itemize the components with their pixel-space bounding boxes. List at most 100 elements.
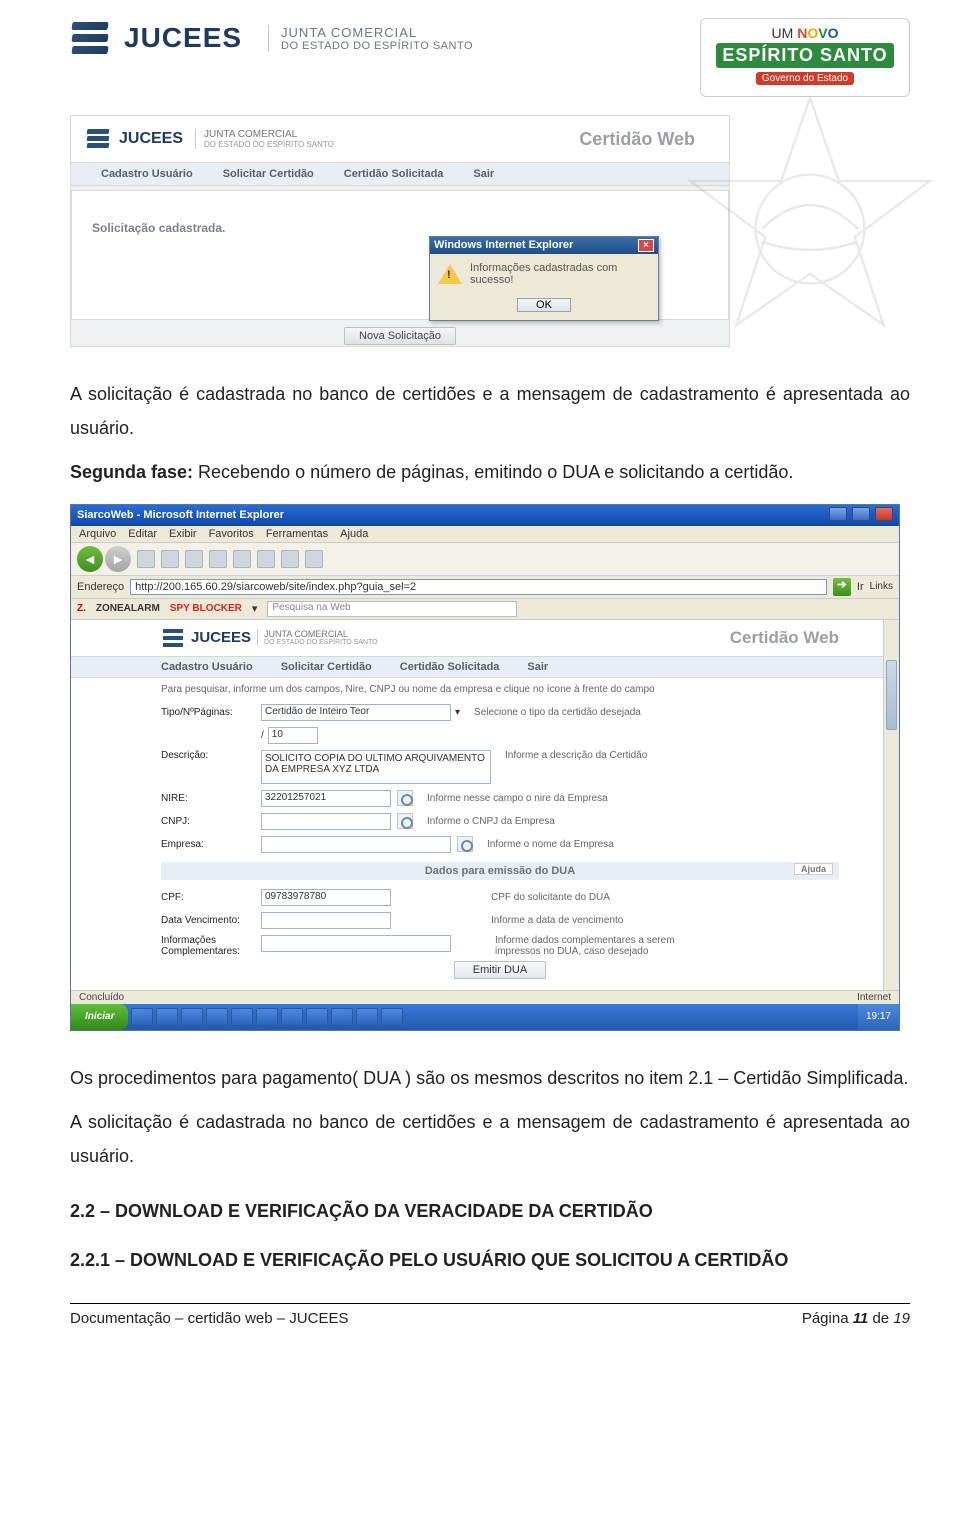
menu-cadastro[interactable]: Cadastro Usuário [101,168,193,180]
window-buttons [827,507,893,524]
cw-menu-sair[interactable]: Sair [527,661,548,673]
screenshot-ie-form: SiarcoWeb - Microsoft Internet Explorer … [70,504,900,1031]
info-input[interactable] [261,935,451,952]
taskbar-item[interactable] [281,1008,303,1026]
ie-menubar: Arquivo Editar Exibir Favoritos Ferramen… [71,526,899,542]
nire-hint: Informe nesse campo o nire da Empresa [427,793,608,804]
forward-button[interactable]: ► [105,546,131,572]
taskbar-item[interactable] [231,1008,253,1026]
menu-exibir[interactable]: Exibir [169,528,197,540]
zonealarm-icon: Z. [77,603,86,614]
go-label: Ir [857,581,864,593]
windows-taskbar: Iniciar 19:17 [71,1004,899,1030]
desc-label: Descrição: [161,750,261,761]
mail-icon[interactable] [281,550,299,568]
cw-menu-solicitada[interactable]: Certidão Solicitada [400,661,500,673]
taskbar-item[interactable] [331,1008,353,1026]
brand-subtitle: JUNTA COMERCIAL DO ESTADO DO ESPÍRITO SA… [268,25,473,52]
data-input[interactable] [261,912,391,929]
empresa-input[interactable] [261,836,451,853]
dialog-text: Informações cadastradas com sucesso! [470,262,650,286]
cnpj-input[interactable] [261,813,391,830]
web-search-field[interactable]: Pesquisa na Web [267,601,517,617]
home-icon[interactable] [185,550,203,568]
screenshot-certidao-popup: JUCEES JUNTA COMERCIALDO ESTADO DO ESPÍR… [70,115,730,347]
menu-editar[interactable]: Editar [128,528,157,540]
section-2-2: 2.2 – DOWNLOAD E VERIFICAÇÃO DA VERACIDA… [70,1201,910,1222]
start-button[interactable]: Iniciar [71,1004,128,1030]
address-field[interactable]: http://200.165.60.29/siarcoweb/site/inde… [130,579,827,595]
tipo-select[interactable]: Certidão de Inteiro Teor [261,704,451,721]
search-icon[interactable] [209,550,227,568]
cw-menu-solicitar[interactable]: Solicitar Certidão [281,661,372,673]
menu-ferramentas[interactable]: Ferramentas [266,528,328,540]
taskbar-item[interactable] [206,1008,228,1026]
status-right: Internet [857,992,891,1003]
menu-ajuda[interactable]: Ajuda [340,528,368,540]
taskbar-item[interactable] [131,1008,153,1026]
nire-input[interactable]: 32201257021 [261,790,391,807]
ie-toolbar: ◄ ► [71,542,899,576]
doc-header: JUCEES JUNTA COMERCIAL DO ESTADO DO ESPÍ… [70,0,910,107]
menu-sair[interactable]: Sair [473,168,494,180]
paragraph-3: Os procedimentos para pagamento( DUA ) s… [70,1061,910,1095]
dialog-title: Windows Internet Explorer [434,239,573,252]
empresa-hint: Informe o nome da Empresa [487,839,614,850]
system-tray: 19:17 [858,1004,899,1030]
menu-solicitada[interactable]: Certidão Solicitada [344,168,444,180]
print-icon[interactable] [305,550,323,568]
taskbar-item[interactable] [306,1008,328,1026]
taskbar-item[interactable] [181,1008,203,1026]
close-button[interactable] [875,507,893,521]
dialog-ok-button[interactable]: OK [517,298,571,312]
cnpj-label: CNPJ: [161,816,261,827]
go-button[interactable]: ➔ [833,578,851,596]
emitir-dua-button[interactable]: Emitir DUA [454,961,546,979]
links-label[interactable]: Links [870,581,893,592]
back-button[interactable]: ◄ [77,546,103,572]
refresh-icon[interactable] [161,550,179,568]
stop-icon[interactable] [137,550,155,568]
maximize-button[interactable] [852,507,870,521]
empresa-label: Empresa: [161,839,261,850]
cnpj-hint: Informe o CNPJ da Empresa [427,816,555,827]
nire-search-icon[interactable] [397,790,413,806]
jucees-logo: JUCEES JUNTA COMERCIAL DO ESTADO DO ESPÍ… [70,18,473,58]
history-icon[interactable] [257,550,275,568]
cpf-input[interactable]: 09783978780 [261,889,391,906]
nova-solicitacao-button[interactable]: Nova Solicitação [344,327,456,345]
cpf-hint: CPF do solicitante do DUA [491,892,610,903]
scrollbar[interactable] [883,620,899,990]
status-left: Concluído [79,992,124,1003]
document-body: A solicitação é cadastrada no banco de c… [70,377,910,490]
paginas-input[interactable]: 10 [268,727,318,744]
dua-section-header: Dados para emissão do DUA Ajuda [161,862,839,880]
dialog-close-icon[interactable]: × [638,239,654,252]
menu-arquivo[interactable]: Arquivo [79,528,116,540]
desc-textarea[interactable]: SOLICITO COPIA DO ULTIMO ARQUIVAMENTO DA… [261,750,491,784]
data-hint: Informe a data de vencimento [491,915,623,926]
menu-favoritos[interactable]: Favoritos [209,528,254,540]
favorites-icon[interactable] [233,550,251,568]
spyblocker-label: SPY BLOCKER [170,603,242,614]
cpf-label: CPF: [161,892,261,903]
data-label: Data Vencimento: [161,915,261,926]
taskbar-item[interactable] [256,1008,278,1026]
tipo-hint: Selecione o tipo da certidão desejada [474,707,641,718]
info-hint: Informe dados complementares a serem imp… [495,935,715,957]
paragraph-4: A solicitação é cadastrada no banco de c… [70,1105,910,1173]
cnpj-search-icon[interactable] [397,813,413,829]
empresa-search-icon[interactable] [457,836,473,852]
minimize-button[interactable] [829,507,847,521]
ajuda-button[interactable]: Ajuda [794,863,833,875]
taskbar-item[interactable] [156,1008,178,1026]
taskbar-item[interactable] [356,1008,378,1026]
cw-menu-cadastro[interactable]: Cadastro Usuário [161,661,253,673]
ie-alert-dialog: Windows Internet Explorer × Informações … [429,236,659,321]
paragraph-1: A solicitação é cadastrada no banco de c… [70,377,910,445]
app-title: Certidão Web [579,129,715,150]
brand-name: JUCEES [124,22,242,53]
taskbar-item[interactable] [381,1008,403,1026]
menu-solicitar[interactable]: Solicitar Certidão [223,168,314,180]
doc-footer: Documentação – certidão web – JUCEES Pág… [70,1303,910,1327]
